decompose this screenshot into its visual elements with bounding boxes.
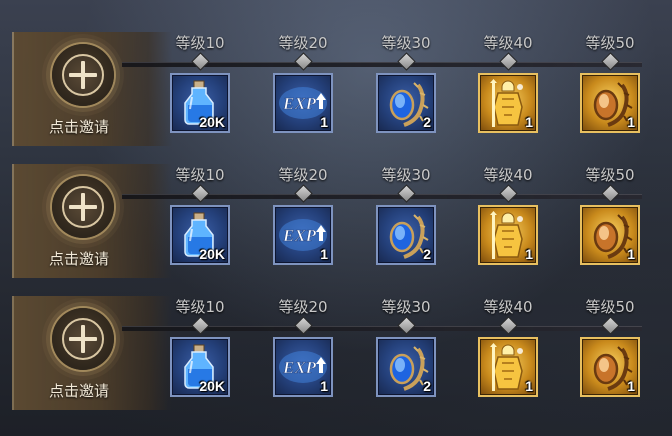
invite-button[interactable]: 点击邀请 [12, 164, 172, 278]
invite-reward-row: 点击邀请 等级10 20K 等级20 EXP 1 等级30 2 等级40 1 等级50 … [0, 32, 672, 166]
plus-icon[interactable] [52, 44, 114, 106]
level-marker-icon [294, 316, 313, 335]
reward-item[interactable]: 2 [376, 73, 436, 133]
reward-count: 1 [627, 378, 635, 394]
level-label: 等级30 [381, 166, 431, 184]
reward-count: 20K [199, 114, 225, 130]
reward-count: 1 [525, 114, 533, 130]
level-marker-icon [601, 52, 620, 71]
level-label: 等级40 [483, 166, 533, 184]
level-marker-icon [601, 184, 620, 203]
invite-button[interactable]: 点击邀请 [12, 32, 172, 146]
level-label: 等级20 [278, 34, 328, 52]
reward-count: 2 [423, 114, 431, 130]
level-label: 等级20 [278, 166, 328, 184]
reward-item[interactable]: 1 [478, 205, 538, 265]
svg-text:EXP: EXP [282, 226, 317, 245]
reward-count: 20K [199, 378, 225, 394]
reward-count: 2 [423, 378, 431, 394]
reward-count: 20K [199, 246, 225, 262]
reward-item[interactable]: 1 [478, 73, 538, 133]
reward-item[interactable]: 20K [170, 73, 230, 133]
reward-item[interactable]: EXP 1 [273, 337, 333, 397]
reward-item[interactable]: 2 [376, 337, 436, 397]
level-marker-icon [499, 184, 518, 203]
reward-item[interactable]: 20K [170, 337, 230, 397]
reward-count: 1 [525, 246, 533, 262]
invite-reward-row: 点击邀请 等级10 20K 等级20 EXP 1 等级30 2 等级40 1 等级50 … [0, 296, 672, 430]
level-label: 等级50 [585, 298, 635, 316]
level-marker-icon [601, 316, 620, 335]
svg-text:EXP: EXP [282, 94, 317, 113]
level-label: 等级40 [483, 298, 533, 316]
invite-label: 点击邀请 [48, 118, 109, 136]
level-label: 等级50 [585, 166, 635, 184]
reward-item[interactable]: EXP 1 [273, 73, 333, 133]
reward-item[interactable]: 20K [170, 205, 230, 265]
level-label: 等级30 [381, 34, 431, 52]
reward-item[interactable]: 1 [580, 205, 640, 265]
level-marker-icon [191, 184, 210, 203]
level-marker-icon [499, 52, 518, 71]
level-label: 等级40 [483, 34, 533, 52]
invite-label: 点击邀请 [48, 382, 109, 400]
level-marker-icon [191, 52, 210, 71]
reward-item[interactable]: EXP 1 [273, 205, 333, 265]
plus-icon[interactable] [52, 176, 114, 238]
reward-item[interactable]: 1 [580, 73, 640, 133]
plus-icon[interactable] [52, 308, 114, 370]
reward-count: 1 [627, 246, 635, 262]
level-label: 等级10 [175, 298, 225, 316]
level-marker-icon [499, 316, 518, 335]
invite-label: 点击邀请 [48, 250, 109, 268]
reward-count: 1 [627, 114, 635, 130]
level-marker-icon [294, 184, 313, 203]
level-marker-icon [191, 316, 210, 335]
level-label: 等级20 [278, 298, 328, 316]
level-label: 等级50 [585, 34, 635, 52]
level-label: 等级10 [175, 34, 225, 52]
reward-count: 2 [423, 246, 431, 262]
invite-button[interactable]: 点击邀请 [12, 296, 172, 410]
reward-count: 1 [320, 246, 328, 262]
reward-count: 1 [320, 378, 328, 394]
reward-item[interactable]: 1 [478, 337, 538, 397]
reward-item[interactable]: 1 [580, 337, 640, 397]
level-marker-icon [397, 184, 416, 203]
level-marker-icon [397, 316, 416, 335]
level-label: 等级10 [175, 166, 225, 184]
level-label: 等级30 [381, 298, 431, 316]
invite-reward-row: 点击邀请 等级10 20K 等级20 EXP 1 等级30 2 等级40 1 等级50 … [0, 164, 672, 298]
reward-count: 1 [525, 378, 533, 394]
reward-count: 1 [320, 114, 328, 130]
reward-item[interactable]: 2 [376, 205, 436, 265]
level-marker-icon [397, 52, 416, 71]
level-marker-icon [294, 52, 313, 71]
svg-text:EXP: EXP [282, 358, 317, 377]
